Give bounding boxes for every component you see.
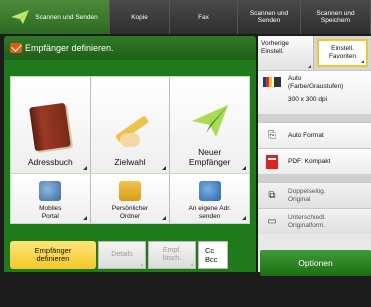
file-format-value: PDF: Kompakt — [288, 157, 331, 165]
button-label: Empf. lösch. — [162, 247, 182, 262]
one-touch-pen-icon — [110, 111, 150, 147]
corner-triangle-icon — [162, 216, 167, 220]
recipient-icon — [10, 43, 22, 53]
address-book-icon — [29, 102, 72, 152]
corner-triangle-icon — [361, 60, 364, 63]
tab-fax[interactable]: Fax — [170, 0, 238, 34]
button-label: An eigene Adr. senden — [188, 205, 231, 220]
settings-shortcuts: Vorherige Einstell. Einstell. Favoriten — [258, 36, 371, 70]
page-size-icon: ⎘ — [268, 130, 276, 141]
mixed-size-icon: ▭ — [267, 216, 277, 227]
corner-triangle-icon — [242, 166, 247, 170]
status-bar — [0, 276, 371, 307]
original-format-setting[interactable]: ⎘ Auto Format — [258, 122, 371, 148]
details-button[interactable]: Details — [98, 241, 146, 269]
header-title: Empfänger definieren. — [25, 43, 114, 53]
tab-scan-and-store[interactable]: Scannen und Speichern — [301, 0, 371, 34]
file-format-setting[interactable]: PDF: Kompakt — [258, 148, 371, 174]
button-label: Empfänger definieren — [34, 245, 72, 263]
send-to-myself-button[interactable]: An eigene Adr. senden — [170, 174, 250, 223]
original-format-value: Auto Format — [288, 131, 324, 139]
tab-label: Scannen und Senden — [35, 13, 98, 21]
new-recipient-button[interactable]: Neuer Empfänger — [170, 77, 250, 173]
corner-triangle-icon — [82, 216, 87, 220]
button-label: Adressbuch — [27, 157, 73, 167]
recipient-sub-grid: Mobiles Portal Persönlicher Ordner An ei… — [10, 174, 250, 224]
corner-triangle-icon — [190, 263, 193, 266]
pdf-file-icon — [262, 154, 282, 169]
function-tab-bar: Scannen und Senden Kopie Fax Scannen und… — [0, 0, 371, 34]
mobile-portal-button[interactable]: Mobiles Portal — [11, 174, 91, 223]
divider — [258, 174, 371, 182]
divider — [258, 114, 371, 122]
personal-folder-button[interactable]: Persönlicher Ordner — [90, 174, 171, 223]
button-label: Details — [111, 251, 133, 258]
button-label: Einstell. Favoriten — [328, 45, 357, 60]
recipient-panel: Adressbuch Zielwahl Neuer Empfänger Mobi… — [4, 60, 256, 238]
settings-panel: Vorherige Einstell. Einstell. Favoriten … — [258, 36, 371, 272]
tab-scan-and-send-active[interactable]: Scannen und Senden — [0, 0, 110, 34]
corner-triangle-icon — [308, 65, 311, 68]
corner-triangle-icon — [82, 166, 87, 170]
mixed-originals-value: Unterschiedl. Originalform. — [288, 214, 326, 229]
delete-recipient-button[interactable]: Empf. lösch. — [148, 241, 196, 269]
favorite-settings-button[interactable]: Einstell. Favoriten — [317, 39, 368, 67]
tab-label: Fax — [198, 13, 209, 21]
duplex-icon: ⧉ — [268, 190, 276, 201]
corner-triangle-icon — [140, 263, 143, 266]
paper-plane-icon — [11, 10, 30, 24]
button-label: Mobiles Portal — [39, 205, 62, 220]
tab-label: Scannen und Senden — [249, 10, 289, 24]
tab-scan-and-send[interactable]: Scannen und Senden — [238, 0, 301, 34]
personal-folder-icon — [119, 181, 141, 201]
button-label: Persönlicher Ordner — [111, 205, 149, 220]
paper-plane-icon — [191, 105, 228, 137]
color-mode-icon — [262, 75, 282, 89]
duplex-original-setting[interactable]: ⧉ Doppelseitig. Original — [258, 182, 371, 208]
color-resolution-setting[interactable]: Auto (Farbe/Graustufen) 300 x 300 dpi — [258, 70, 371, 114]
resolution-value: 300 x 300 dpi — [288, 96, 328, 103]
one-touch-button[interactable]: Zielwahl — [90, 77, 171, 173]
previous-settings-button[interactable]: Vorherige Einstell. — [258, 36, 314, 70]
options-button[interactable]: Optionen — [260, 250, 371, 276]
corner-triangle-icon — [242, 216, 247, 220]
mobile-portal-icon — [39, 181, 62, 201]
mixed-originals-setting[interactable]: ▭ Unterschiedl. Originalform. — [258, 208, 371, 234]
address-book-button[interactable]: Adressbuch — [11, 77, 91, 173]
define-recipient-button[interactable]: Empfänger definieren — [10, 241, 96, 269]
tab-label: Kopie — [131, 13, 148, 21]
button-label: Cc Bcc — [205, 246, 218, 264]
color-mode-value: Auto (Farbe/Graustufen) — [288, 75, 344, 90]
recipient-main-grid: Adressbuch Zielwahl Neuer Empfänger — [10, 76, 250, 174]
button-label: Neuer Empfänger — [188, 147, 231, 167]
recipient-action-bar: Empfänger definieren Details Empf. lösch… — [4, 238, 256, 272]
duplex-value: Doppelseitig. Original — [288, 188, 326, 203]
button-label: Vorherige Einstell. — [261, 40, 289, 55]
tab-copy[interactable]: Kopie — [110, 0, 170, 34]
cc-bcc-button[interactable]: Cc Bcc — [198, 241, 228, 269]
button-label: Zielwahl — [114, 157, 146, 167]
button-label: Optionen — [298, 258, 333, 268]
instruction-header: Empfänger definieren. — [4, 36, 256, 60]
send-to-myself-icon — [198, 181, 221, 201]
corner-triangle-icon — [162, 166, 167, 170]
tab-label: Scannen und Speichern — [316, 10, 355, 24]
